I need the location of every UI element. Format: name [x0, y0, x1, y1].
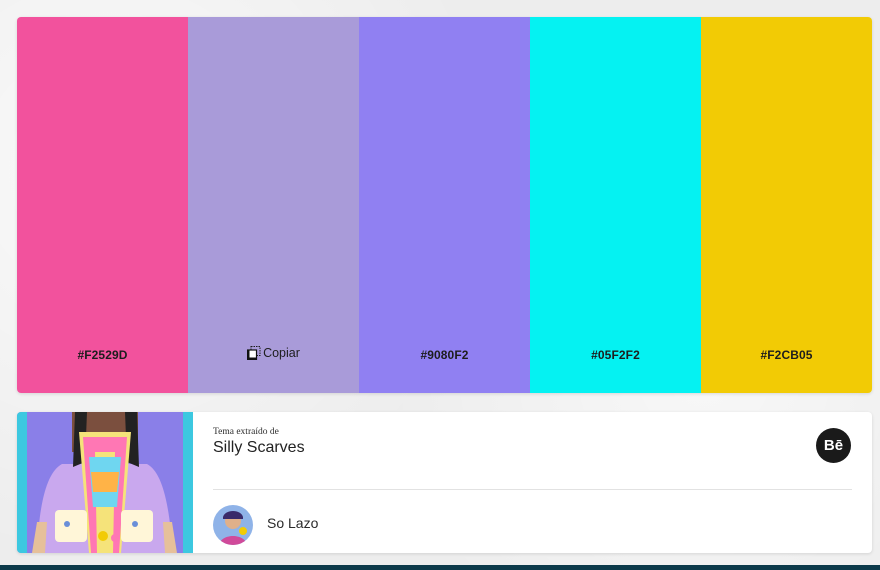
copy-label: Copiar [263, 346, 300, 360]
behance-icon[interactable]: Bē [816, 428, 851, 463]
theme-source-subtitle: Tema extraído de [213, 427, 279, 437]
swatch-hex-label: #F2529D [77, 348, 128, 362]
divider [213, 489, 852, 490]
copy-button[interactable]: Copiar [188, 346, 359, 360]
copy-icon [247, 346, 261, 360]
author-avatar[interactable] [213, 505, 253, 545]
swatch-hex-label: #05F2F2 [591, 348, 640, 362]
behance-label: Bē [823, 437, 844, 454]
project-thumbnail[interactable] [17, 412, 193, 553]
author-name[interactable]: So Lazo [267, 515, 318, 531]
swatch-1[interactable]: #F2529D [17, 17, 188, 393]
swatch-hex-label: #9080F2 [420, 348, 469, 362]
bottom-bar [0, 565, 880, 570]
swatch-3[interactable]: #9080F2 [359, 17, 530, 393]
swatch-4[interactable]: #05F2F2 [530, 17, 701, 393]
swatch-2[interactable]: Copiar [188, 17, 359, 393]
color-palette: #F2529D Copiar #9080F2 #05F2F2 #F2CB05 [17, 17, 872, 393]
swatch-5[interactable]: #F2CB05 [701, 17, 872, 393]
project-title[interactable]: Silly Scarves [213, 439, 305, 457]
swatch-hex-label: #F2CB05 [760, 348, 813, 362]
theme-source-card: Tema extraído de Silly Scarves Bē So Laz… [17, 412, 872, 553]
